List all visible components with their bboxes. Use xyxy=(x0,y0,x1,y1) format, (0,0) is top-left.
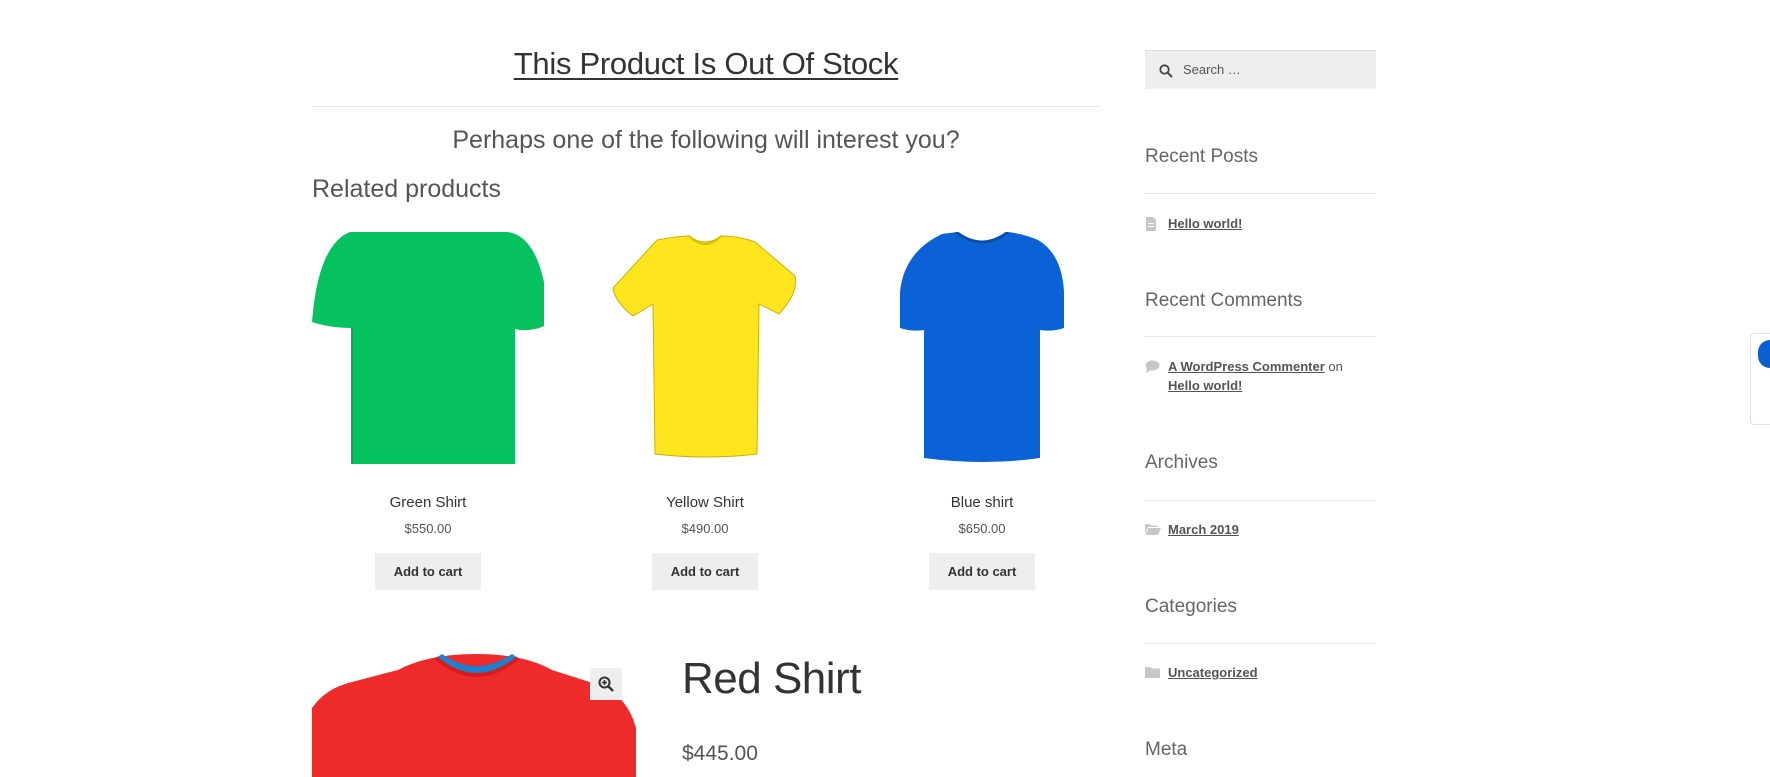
product-card-blue-shirt: Blue shirt $650.00 Add to cart xyxy=(866,230,1098,590)
widget-divider xyxy=(1145,643,1376,644)
product-name[interactable]: Green Shirt xyxy=(312,494,544,511)
meta-title: Meta xyxy=(1145,739,1188,760)
categories-title: Categories xyxy=(1145,596,1237,617)
featured-product-title: Red Shirt xyxy=(682,654,861,703)
product-price: $550.00 xyxy=(404,521,452,536)
related-products-heading: Related products xyxy=(312,175,502,203)
add-to-cart-button[interactable]: Add to cart xyxy=(928,553,1036,590)
yellow-shirt-image[interactable] xyxy=(589,232,821,464)
recent-comment-item: A WordPress Commenter on Hello world! xyxy=(1145,357,1376,395)
product-name[interactable]: Blue shirt xyxy=(866,494,1098,511)
blue-shirt-image[interactable] xyxy=(866,230,1098,464)
archives-title: Archives xyxy=(1145,452,1218,473)
widget-divider xyxy=(1145,193,1376,194)
add-to-cart-button[interactable]: Add to cart xyxy=(651,553,759,590)
product-card-yellow-shirt: Yellow Shirt $490.00 Add to cart xyxy=(589,232,821,590)
category-item: Uncategorized xyxy=(1145,663,1376,682)
page-title: This Product Is Out Of Stock xyxy=(513,46,899,81)
widget-divider xyxy=(1145,336,1376,337)
green-shirt-image[interactable] xyxy=(312,232,544,464)
archive-item: March 2019 xyxy=(1145,520,1376,539)
red-shirt-image[interactable] xyxy=(312,648,636,777)
comment-on-text: on xyxy=(1328,359,1343,374)
comment-author-link[interactable]: A WordPress Commenter xyxy=(1168,359,1325,374)
magnifier-plus-icon xyxy=(598,676,614,692)
comment-post-link[interactable]: Hello world! xyxy=(1168,378,1242,393)
archive-link[interactable]: March 2019 xyxy=(1168,522,1239,537)
recent-post-link[interactable]: Hello world! xyxy=(1168,216,1242,231)
cart-item-thumbnail xyxy=(1758,340,1770,368)
recent-comments-title: Recent Comments xyxy=(1145,290,1303,311)
product-price: $650.00 xyxy=(958,521,1006,536)
recent-posts-title: Recent Posts xyxy=(1145,146,1258,167)
widget-divider xyxy=(1145,500,1376,501)
floating-cart-preview[interactable] xyxy=(1750,333,1770,425)
category-link[interactable]: Uncategorized xyxy=(1168,665,1258,680)
product-card-green-shirt: Green Shirt $550.00 Add to cart xyxy=(312,232,544,590)
search-icon xyxy=(1159,64,1173,78)
folder-icon xyxy=(1145,667,1160,678)
folder-open-icon xyxy=(1145,524,1161,535)
title-divider xyxy=(312,106,1100,107)
search-input[interactable] xyxy=(1181,51,1371,88)
product-name[interactable]: Yellow Shirt xyxy=(589,494,821,511)
add-to-cart-button[interactable]: Add to cart xyxy=(374,553,482,590)
featured-product-price: $445.00 xyxy=(682,742,758,765)
search-form xyxy=(1145,50,1376,89)
product-price: $490.00 xyxy=(681,521,729,536)
comment-icon xyxy=(1145,360,1160,373)
recent-post-item: Hello world! xyxy=(1145,214,1376,233)
page-subtitle: Perhaps one of the following will intere… xyxy=(452,126,960,154)
zoom-button[interactable] xyxy=(590,668,622,700)
document-icon xyxy=(1146,217,1156,231)
